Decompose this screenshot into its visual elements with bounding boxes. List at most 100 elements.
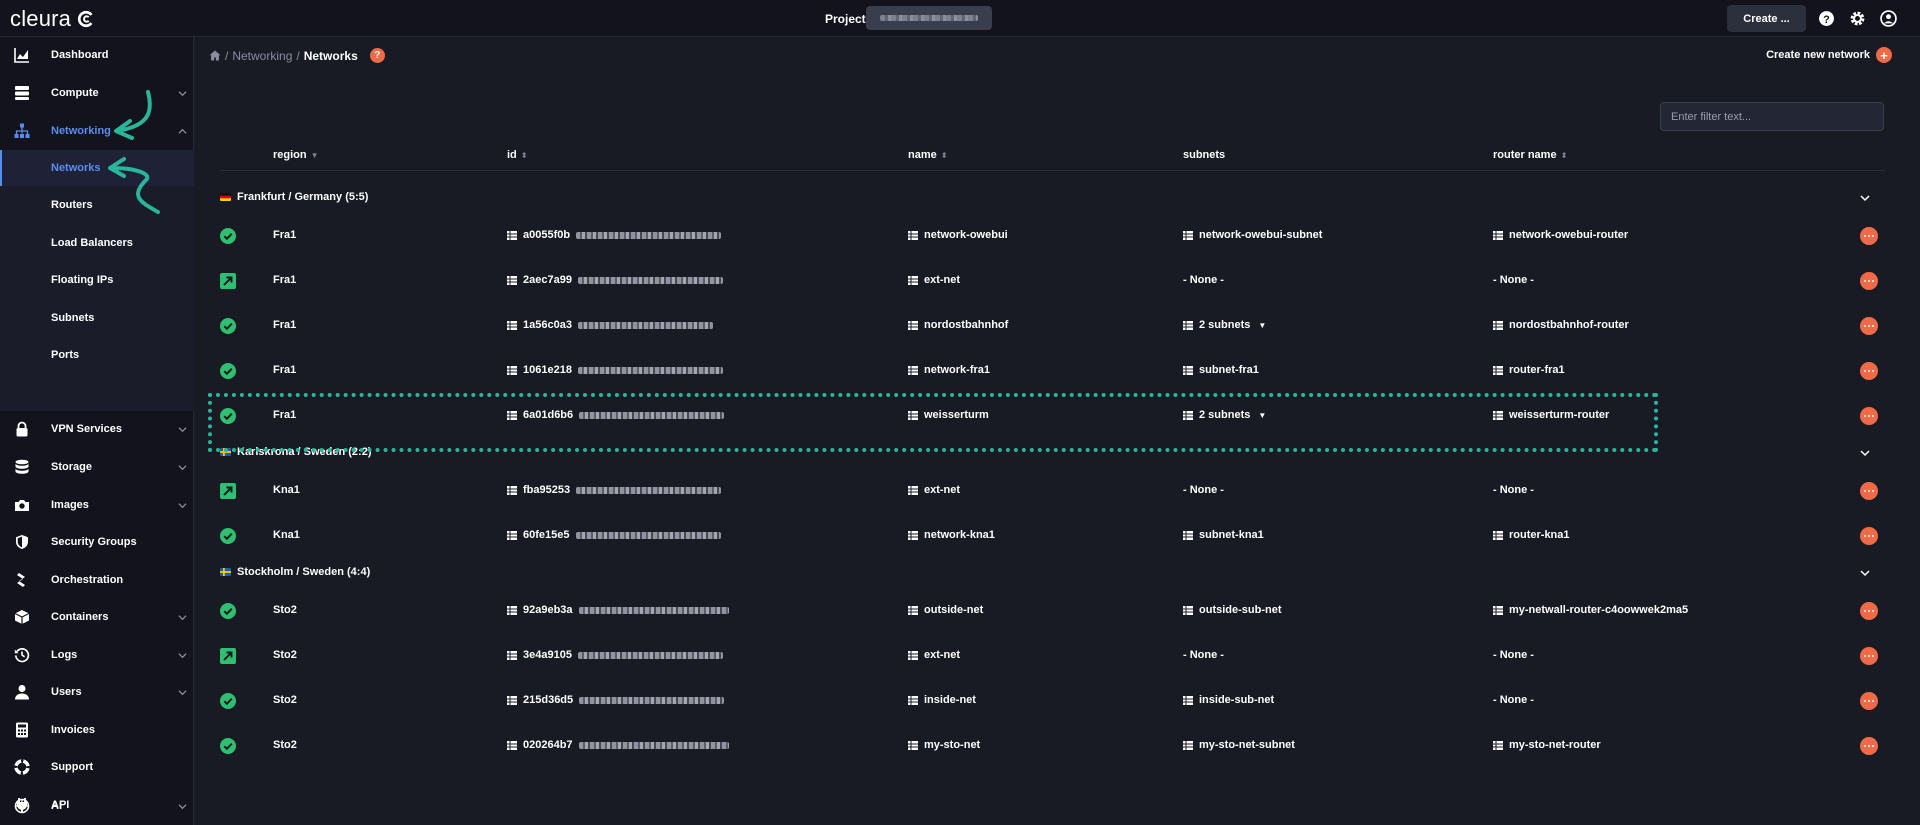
sidebar-item-logs[interactable]: Logs <box>0 637 194 673</box>
chevron-down-icon <box>178 426 187 432</box>
row-actions-button[interactable] <box>1860 272 1878 290</box>
cell-router-name[interactable]: router-kna1 <box>1493 529 1570 541</box>
cell-name[interactable]: ext-net <box>908 274 960 286</box>
account-icon[interactable] <box>1880 10 1897 27</box>
cell-subnets[interactable]: subnet-kna1 <box>1183 529 1264 541</box>
sidebar-item-compute[interactable]: Compute <box>0 75 194 111</box>
cell-id[interactable]: a0055f0b <box>507 229 722 241</box>
row-actions-button[interactable] <box>1860 737 1878 755</box>
cell-name[interactable]: outside-net <box>908 604 983 616</box>
table-row[interactable]: Fra1 a0055f0b network-owebui network-owebui… <box>220 213 1885 258</box>
sidebar-item-dashboard[interactable]: Dashboard <box>0 37 194 73</box>
sidebar-subitem-ports[interactable]: Ports <box>0 337 194 373</box>
table-row[interactable]: Kna1 60fe15e5 network-kna1 subnet-kna1 route… <box>220 513 1885 558</box>
table-row[interactable]: Fra1 1061e218 network-fra1 subnet-fra1 route… <box>220 348 1885 393</box>
cell-subnets[interactable]: inside-sub-net <box>1183 694 1274 706</box>
help-icon[interactable]: ? <box>369 48 385 63</box>
table-row[interactable]: Sto2 020264b7 my-sto-net my-sto-net-subnet m… <box>220 723 1885 768</box>
sort-desc-icon: ▼ <box>310 150 319 160</box>
sidebar-item-invoices[interactable]: Invoices <box>0 712 194 748</box>
table-row[interactable]: Sto2 215d36d5 inside-net inside-sub-net - No… <box>220 678 1885 723</box>
cell-name[interactable]: ext-net <box>908 649 960 661</box>
chevron-down-icon[interactable] <box>1860 448 1870 458</box>
gear-icon[interactable] <box>1849 10 1866 27</box>
sidebar-item-networking[interactable]: Networking <box>0 113 194 149</box>
filter-input[interactable] <box>1660 102 1884 131</box>
sidebar-subitem-subnets[interactable]: Subnets <box>0 300 194 336</box>
create-network-button[interactable]: Create new network + <box>1766 47 1892 63</box>
column-header-name[interactable]: name ⬍ <box>908 149 947 161</box>
cell-subnets[interactable]: outside-sub-net <box>1183 604 1282 616</box>
history-icon <box>14 648 30 663</box>
row-actions-button[interactable] <box>1860 317 1878 335</box>
table-row[interactable]: Kna1 fba95253 ext-net - None - - None - <box>220 468 1885 513</box>
cell-router-name[interactable]: my-sto-net-router <box>1493 739 1601 751</box>
row-actions-button[interactable] <box>1860 227 1878 245</box>
sidebar-item-ai[interactable]: AI <box>0 788 194 824</box>
cell-id[interactable]: 3e4a9105 <box>507 649 723 661</box>
chevron-down-icon[interactable] <box>1860 193 1870 203</box>
table-row[interactable]: Fra1 1a56c0a3 nordostbahnhof 2 subnets ▼ nord… <box>220 303 1885 348</box>
project-selector[interactable] <box>866 6 992 30</box>
cell-router-name[interactable]: router-fra1 <box>1493 364 1565 376</box>
cell-id[interactable]: 60fe15e5 <box>507 529 721 541</box>
cell-subnets[interactable]: my-sto-net-subnet <box>1183 739 1295 751</box>
cell-id[interactable]: 020264b7 <box>507 739 729 751</box>
cell-name[interactable]: my-sto-net <box>908 739 980 751</box>
region-group-header[interactable]: Stockholm / Sweden (4:4) <box>220 558 1885 588</box>
cell-id[interactable]: fba95253 <box>507 484 722 496</box>
help-icon[interactable]: ? <box>1818 10 1835 27</box>
sidebar-subitem-load-balancers[interactable]: Load Balancers <box>0 225 194 261</box>
breadcrumb-networking[interactable]: Networking <box>232 49 292 63</box>
cell-id[interactable]: 2aec7a99 <box>507 274 723 286</box>
row-actions-button[interactable] <box>1860 407 1878 425</box>
row-actions-button[interactable] <box>1860 362 1878 380</box>
column-header-id[interactable]: id ⬍ <box>507 149 527 161</box>
cell-id[interactable]: 1061e218 <box>507 364 723 376</box>
column-header-region[interactable]: region ▼ <box>273 149 319 161</box>
sidebar-item-support[interactable]: Support <box>0 749 194 785</box>
cell-subnets[interactable]: 2 subnets ▼ <box>1183 319 1266 331</box>
cell-id[interactable]: 92a9eb3a <box>507 604 729 616</box>
sidebar-item-containers[interactable]: Containers <box>0 599 194 635</box>
cell-name[interactable]: network-fra1 <box>908 364 990 376</box>
table-row[interactable]: Sto2 92a9eb3a outside-net outside-sub-net my… <box>220 588 1885 633</box>
cell-id[interactable]: 215d36d5 <box>507 694 725 706</box>
table-icon <box>507 605 517 615</box>
sidebar-item-vpn-services[interactable]: VPN Services <box>0 411 194 447</box>
chevron-down-icon[interactable] <box>1860 568 1870 578</box>
cell-name[interactable]: nordostbahnhof <box>908 319 1008 331</box>
sidebar-item-images[interactable]: Images <box>0 487 194 523</box>
sidebar-item-users[interactable]: Users <box>0 674 194 710</box>
row-actions-button[interactable] <box>1860 527 1878 545</box>
cell-router-name[interactable]: my-netwall-router-c4oowwek2ma5 <box>1493 604 1688 616</box>
calculator-icon <box>16 722 28 738</box>
row-actions-button[interactable] <box>1860 482 1878 500</box>
cell-subnets[interactable]: subnet-fra1 <box>1183 364 1259 376</box>
table-row[interactable]: Fra1 2aec7a99 ext-net - None - - None - <box>220 258 1885 303</box>
column-header-router-name[interactable]: router name ⬍ <box>1493 149 1567 161</box>
sidebar-label: Networking <box>51 125 111 137</box>
region-group-header[interactable]: Frankfurt / Germany (5:5) <box>220 183 1885 213</box>
cell-name[interactable]: network-kna1 <box>908 529 995 541</box>
cell-subnets[interactable]: network-owebui-subnet <box>1183 229 1322 241</box>
sidebar-item-storage[interactable]: Storage <box>0 449 194 485</box>
row-actions-button[interactable] <box>1860 692 1878 710</box>
dropdown-caret-icon[interactable]: ▼ <box>1258 321 1266 330</box>
row-actions-button[interactable] <box>1860 602 1878 620</box>
create-button[interactable]: Create ... <box>1727 5 1806 32</box>
cell-name[interactable]: ext-net <box>908 484 960 496</box>
home-icon[interactable] <box>209 50 221 61</box>
cell-router-name[interactable]: nordostbahnhof-router <box>1493 319 1629 331</box>
brand-logo[interactable]: cleura <box>10 6 95 32</box>
cell-name[interactable]: network-owebui <box>908 229 1008 241</box>
cell-id[interactable]: 1a56c0a3 <box>507 319 713 331</box>
sidebar-item-orchestration[interactable]: Orchestration <box>0 562 194 598</box>
table-row[interactable]: Sto2 3e4a9105 ext-net - None - - None - <box>220 633 1885 678</box>
cell-name[interactable]: inside-net <box>908 694 976 706</box>
cell-router-name[interactable]: network-owebui-router <box>1493 229 1628 241</box>
table-icon <box>1493 365 1503 375</box>
sidebar-subitem-floating-ips[interactable]: Floating IPs <box>0 262 194 298</box>
sidebar-item-security-groups[interactable]: Security Groups <box>0 524 194 560</box>
row-actions-button[interactable] <box>1860 647 1878 665</box>
